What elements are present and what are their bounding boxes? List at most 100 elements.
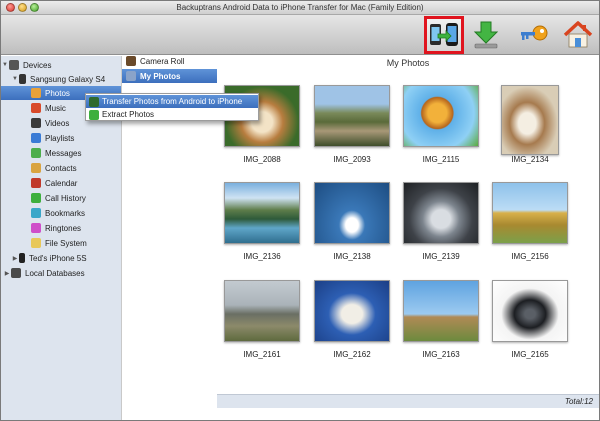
sidebar-item-bookmarks[interactable]: Bookmarks [1,206,121,220]
sidebar-item-label: Messages [45,148,82,158]
extract-icon [89,109,99,120]
sidebar-item-file-system[interactable]: File System [1,236,121,250]
disclosure-closed-icon[interactable]: ▶ [11,255,19,262]
photo-name: IMG_2165 [511,350,549,359]
android-phone-icon [19,74,26,84]
sidebar-item-ringtones[interactable]: Ringtones [1,221,121,235]
panel-title: My Photos [386,58,430,68]
messages-icon [31,148,41,158]
photo-item[interactable]: IMG_2139 [400,182,482,261]
context-menu: Transfer Photos from Android to iPhone E… [85,93,259,121]
photo-name: IMG_2156 [511,252,549,261]
music-icon [31,103,41,113]
photo-name: IMG_2088 [243,155,281,164]
photo-item[interactable]: IMG_2165 [489,280,571,359]
photo-thumbnail[interactable] [314,280,390,342]
sidebar-item-label: Playlists [45,133,75,143]
album-item-label: My Photos [140,71,181,81]
photo-thumbnail[interactable] [224,182,300,244]
photo-thumbnail[interactable] [492,182,568,244]
photo-thumbnail[interactable] [224,280,300,342]
sidebar-item-label: Call History [45,193,86,203]
database-icon [11,268,21,278]
contacts-icon [31,163,41,173]
sidebar-item-label: Contacts [45,163,77,173]
sidebar-item-messages[interactable]: Messages [1,146,121,160]
devices-icon [9,60,19,70]
total-count: Total:12 [564,397,593,406]
my-photos-icon [126,71,136,81]
photo-item[interactable]: IMG_2161 [221,280,303,359]
ringtones-icon [31,223,41,233]
photo-name: IMG_2162 [333,350,371,359]
playlists-icon [31,133,41,143]
videos-icon [31,118,41,128]
photos-icon [31,88,41,98]
sidebar-item-label: Music [45,103,66,113]
sidebar-item-label: Bookmarks [45,208,86,218]
photo-item[interactable]: IMG_2163 [400,280,482,359]
photo-item[interactable]: IMG_2138 [311,182,393,261]
tree-local-databases-label: Local Databases [25,268,85,278]
register-button[interactable] [516,18,552,52]
home-button[interactable] [560,18,596,52]
photo-thumbnail[interactable] [501,85,559,155]
tree-local-databases[interactable]: ▶ Local Databases [1,266,121,280]
phone-transfer-icon [430,23,458,46]
sidebar-item-label: Calendar [45,178,78,188]
sidebar-item-playlists[interactable]: Playlists [1,131,121,145]
photo-name: IMG_2093 [333,155,371,164]
sidebar-item-contacts[interactable]: Contacts [1,161,121,175]
context-extract-photos[interactable]: Extract Photos [86,108,258,121]
sidebar-item-label: File System [45,238,87,248]
sidebar-item-calendar[interactable]: Calendar [1,176,121,190]
export-button[interactable] [468,18,504,52]
camera-roll-icon [126,56,136,66]
photo-name: IMG_2139 [422,252,460,261]
photo-thumbnail[interactable] [492,280,568,342]
window-title: Backuptrans Android Data to iPhone Trans… [176,3,424,12]
photo-name: IMG_2134 [511,155,549,164]
photo-thumbnail[interactable] [403,280,479,342]
app-window: Backuptrans Android Data to iPhone Trans… [0,0,600,421]
download-arrow-icon [473,21,499,49]
album-item-my-photos[interactable]: My Photos [122,69,218,83]
photo-thumbnail[interactable] [314,85,390,147]
photo-item[interactable]: IMG_2156 [489,182,571,261]
photo-item[interactable]: IMG_2162 [311,280,393,359]
tree-device-galaxy[interactable]: ▼ Sangsung Galaxy S4 [1,72,121,86]
status-bar: Total:12 [217,394,599,408]
photo-panel: My Photos IMG_2088 IMG_2093 IMG_2115 IMG… [217,56,599,394]
home-icon [563,21,593,48]
album-item-camera-roll[interactable]: Camera Roll [122,54,218,68]
photo-thumbnail[interactable] [314,182,390,244]
call-history-icon [31,193,41,203]
iphone-icon [19,253,25,263]
context-item-label: Extract Photos [102,110,155,119]
photo-name: IMG_2163 [422,350,460,359]
photo-thumbnail[interactable] [403,182,479,244]
disclosure-open-icon[interactable]: ▼ [11,76,19,82]
calendar-icon [31,178,41,188]
context-item-label: Transfer Photos from Android to iPhone [102,97,243,106]
photo-name: IMG_2138 [333,252,371,261]
photo-item[interactable]: IMG_2136 [221,182,303,261]
bookmarks-icon [31,208,41,218]
transfer-to-iphone-button[interactable] [424,16,464,54]
disclosure-closed-icon[interactable]: ▶ [3,270,11,277]
context-transfer-photos[interactable]: Transfer Photos from Android to iPhone [86,95,258,108]
title-bar: Backuptrans Android Data to iPhone Trans… [1,1,599,15]
photo-item[interactable]: IMG_2093 [311,85,393,164]
album-item-label: Camera Roll [140,56,185,66]
photo-name: IMG_2115 [422,155,460,164]
photo-thumbnail[interactable] [403,85,479,147]
folder-icon [31,238,41,248]
tree-devices[interactable]: ▼ Devices [1,58,121,72]
photo-item[interactable]: IMG_2115 [400,85,482,164]
disclosure-open-icon[interactable]: ▼ [1,62,9,68]
tree-device-iphone[interactable]: ▶ Ted's iPhone 5S [1,251,121,265]
phone-transfer-icon [89,96,99,107]
sidebar-item-call-history[interactable]: Call History [1,191,121,205]
tree-devices-label: Devices [23,60,52,70]
photo-item[interactable]: IMG_2134 [489,85,571,164]
